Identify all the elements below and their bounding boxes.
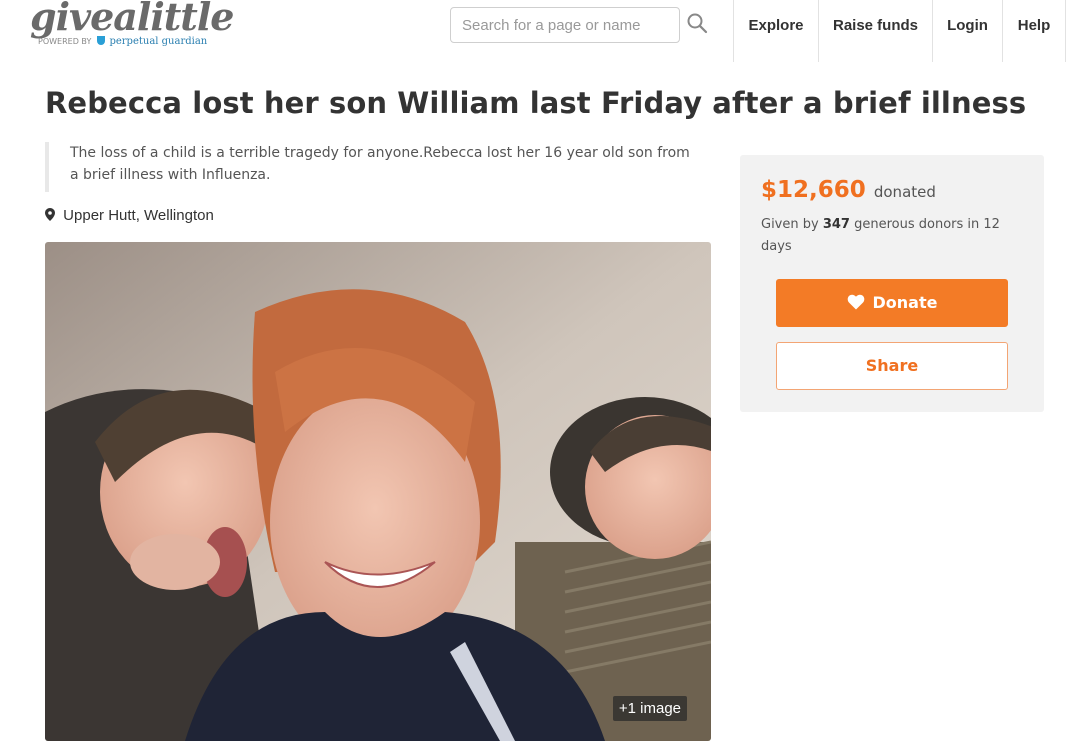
given-by-prefix: Given by — [761, 217, 819, 232]
nav-login[interactable]: Login — [932, 0, 1002, 62]
donor-summary: Given by 347 generous donors in 12 days — [761, 214, 1023, 258]
donate-label: Donate — [872, 293, 938, 312]
donated-amount: $12,660 — [761, 177, 866, 203]
site-header: givealittle POWERED BY perpetual guardia… — [0, 0, 1080, 62]
nav-raise-funds[interactable]: Raise funds — [818, 0, 932, 62]
shield-icon — [96, 36, 105, 45]
heart-icon — [847, 294, 864, 310]
amount-row: $12,660 donated — [761, 177, 936, 203]
page-title: Rebecca lost her son William last Friday… — [45, 86, 1027, 120]
search-button[interactable] — [686, 12, 712, 38]
extra-images-badge[interactable]: +1 image — [612, 696, 687, 721]
nav-explore[interactable]: Explore — [733, 0, 818, 62]
search-input[interactable] — [451, 8, 662, 42]
family-photo-illustration — [45, 242, 711, 741]
map-marker-icon — [45, 208, 55, 221]
powered-by-text: POWERED BY — [38, 37, 92, 46]
givealittle-logo[interactable]: givealittle POWERED BY perpetual guardia… — [30, 0, 234, 52]
location: Upper Hutt, Wellington — [45, 207, 214, 224]
donor-count: 347 — [822, 217, 850, 232]
share-label: Share — [865, 356, 919, 375]
main-photo[interactable]: +1 image — [45, 242, 711, 741]
logo-wordmark: givealittle — [30, 0, 234, 39]
search-icon — [687, 13, 708, 34]
search-box — [450, 7, 680, 43]
share-button[interactable]: Share — [776, 342, 1008, 390]
nav-help[interactable]: Help — [1002, 0, 1066, 62]
partner-name: perpetual guardian — [109, 36, 208, 47]
donation-panel: $12,660 donated Given by 347 generous do… — [740, 155, 1044, 412]
donate-button[interactable]: Donate — [776, 279, 1008, 327]
donated-label: donated — [873, 183, 936, 201]
location-text: Upper Hutt, Wellington — [63, 207, 214, 224]
logo-tagline: POWERED BY perpetual guardian — [38, 36, 207, 47]
page-blurb: The loss of a child is a terrible traged… — [45, 142, 695, 192]
